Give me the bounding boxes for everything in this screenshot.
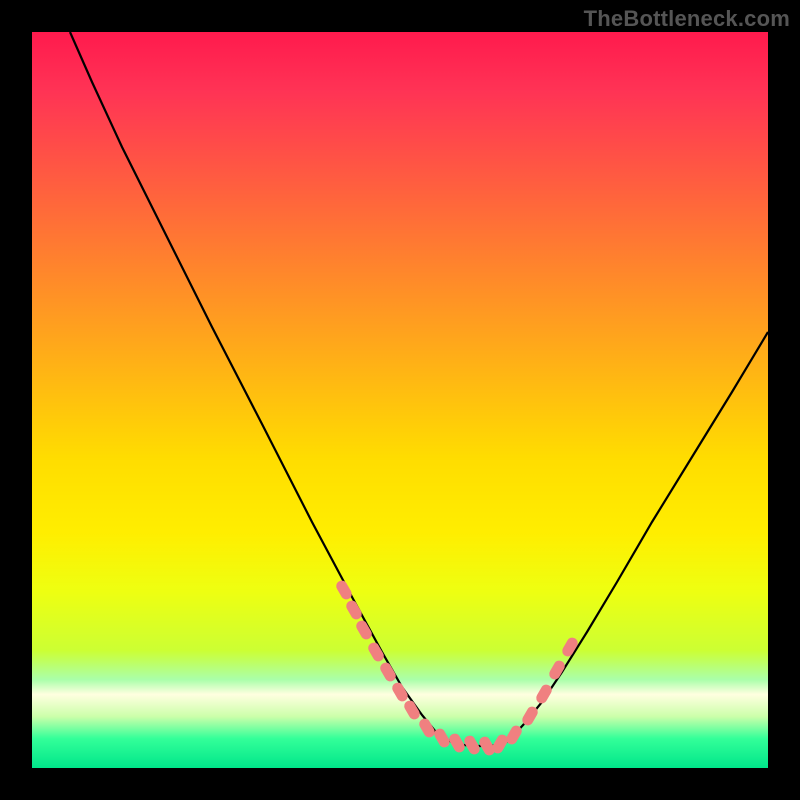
left-curve [70,32,440,737]
marker-dot [378,661,398,684]
chart-svg [32,32,768,768]
markers-right-group [490,636,580,756]
marker-dot [534,683,554,706]
marker-dot [344,599,364,622]
chart-plot-area [32,32,768,768]
markers-left-group [334,579,497,758]
right-curve [504,332,768,744]
marker-dot [447,732,467,755]
watermark-text: TheBottleneck.com [584,6,790,32]
marker-dot [334,579,354,602]
